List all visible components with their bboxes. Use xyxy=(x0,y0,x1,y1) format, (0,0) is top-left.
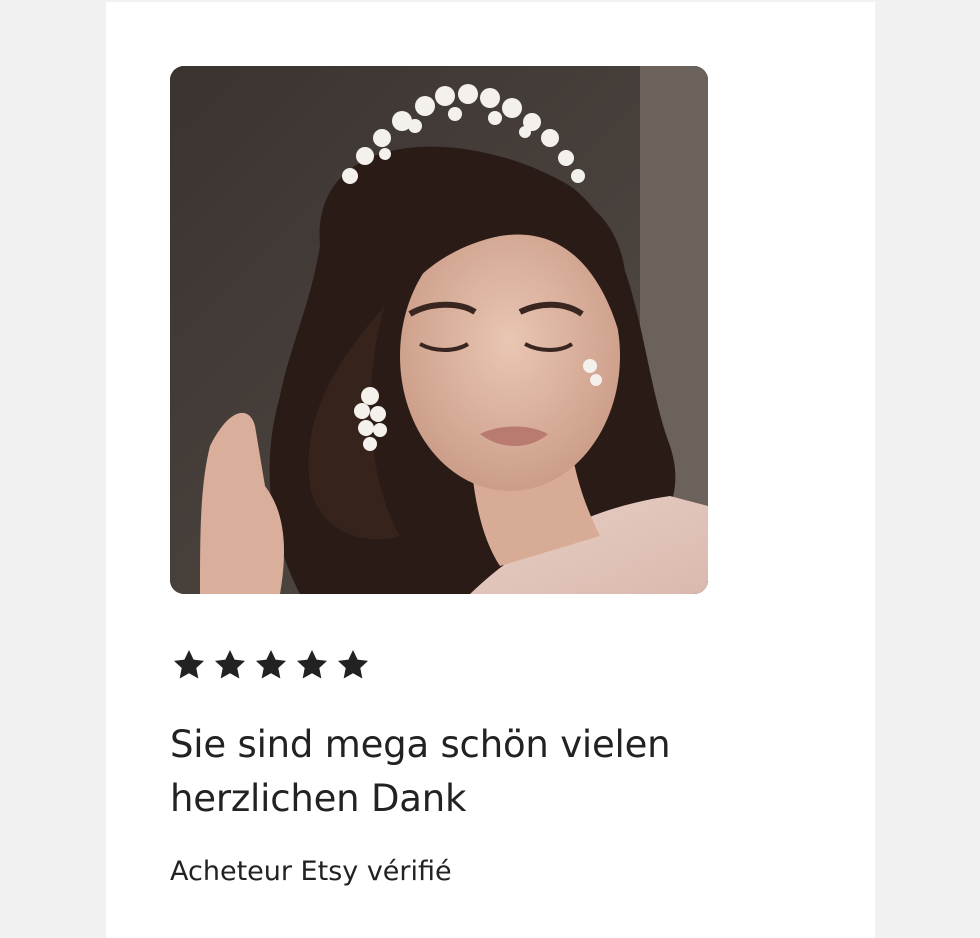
star-icon xyxy=(214,649,246,679)
star-icon xyxy=(255,649,287,679)
review-card: Sie sind mega schön vielen herzlichen Da… xyxy=(106,2,875,938)
reviewer-label: Acheteur Etsy vérifié xyxy=(170,856,452,887)
star-icon xyxy=(173,649,205,679)
review-photo-image xyxy=(170,66,708,594)
star-icon xyxy=(337,649,369,679)
review-photo[interactable] xyxy=(170,66,708,594)
star-icon xyxy=(296,649,328,679)
star-rating xyxy=(170,646,372,686)
review-text: Sie sind mega schön vielen herzlichen Da… xyxy=(170,723,671,820)
